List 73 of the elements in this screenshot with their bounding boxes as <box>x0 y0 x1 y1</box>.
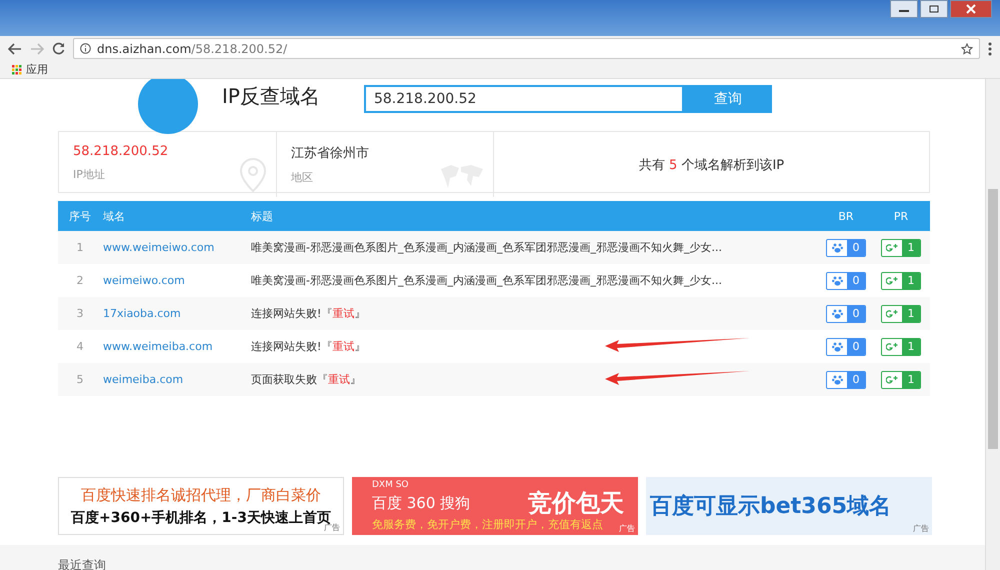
page-rank-badge: 1 <box>881 370 921 388</box>
row-number: 3 <box>76 307 84 320</box>
baidu-rank-badge: 0 <box>826 304 866 322</box>
row-number: 5 <box>76 373 84 386</box>
page-title-text: 唯美窝漫画-邪恶漫画色系图片_色系漫画_内涵漫画_色系军团邪恶漫画_邪恶漫画不知火舞_少女... <box>251 241 722 254</box>
page-title-text: 唯美窝漫画-邪恶漫画色系图片_色系漫画_内涵漫画_色系军团邪恶漫画_邪恶漫画不知火舞_少女... <box>251 274 722 287</box>
back-icon[interactable] <box>8 42 22 54</box>
page-title: IP反查域名 <box>222 83 320 110</box>
google-plus-icon <box>886 374 898 384</box>
menu-icon[interactable] <box>988 42 992 56</box>
retry-link[interactable]: 重试 <box>332 307 354 320</box>
info-icon <box>80 43 91 54</box>
baidu-rank-badge: 0 <box>826 370 866 388</box>
close-button[interactable] <box>950 0 992 18</box>
reload-icon[interactable] <box>52 42 65 55</box>
address-bar[interactable]: dns.aizhan.com/58.218.200.52/ <box>73 38 980 59</box>
paw-icon <box>832 308 842 318</box>
ad-banner[interactable]: 百度可显示bet365域名 广告 <box>646 477 932 535</box>
google-plus-icon <box>886 342 898 352</box>
apps-grid-icon[interactable] <box>12 64 22 74</box>
column-header: 标题 <box>251 210 273 222</box>
maximize-button[interactable] <box>920 0 948 18</box>
page-title-text: 连接网站失败!『重试』 <box>251 340 366 353</box>
info-label: IP地址 <box>73 167 106 182</box>
page-title-text: 连接网站失败!『重试』 <box>251 307 366 320</box>
page-rank-badge: 1 <box>881 304 921 322</box>
ad-headline: 百度可显示bet365域名 <box>650 492 892 521</box>
google-plus-icon <box>886 276 898 286</box>
paw-icon <box>832 374 842 384</box>
paw-icon <box>832 342 842 352</box>
info-value: 58.218.200.52 <box>73 144 170 159</box>
ad-headline: 百度快速排名诚招代理，厂商白菜价 <box>81 486 321 504</box>
ad-brand: DXM SO <box>372 480 409 490</box>
column-header: 域名 <box>103 210 125 222</box>
domain-link[interactable]: weimeiwo.com <box>103 274 185 287</box>
ad-subline: 免服务费，免开户费，注册即开户，充值有返点 <box>372 517 603 532</box>
page-rank-badge: 1 <box>881 238 921 256</box>
baidu-rank-badge: 0 <box>826 238 866 256</box>
info-label: 地区 <box>291 170 314 185</box>
ad-slogan: 竞价包天 <box>528 488 624 518</box>
search-button[interactable]: 查询 <box>684 85 772 113</box>
baidu-rank-badge: 0 <box>826 272 866 290</box>
page-title-text: 页面获取失败『重试』 <box>251 373 361 386</box>
ad-banner[interactable]: DXM SO 百度 360 搜狗 竞价包天 免服务费，免开户费，注册即开户，充值有返点 广告 <box>352 477 638 535</box>
column-header: PR <box>894 210 908 222</box>
maximize-icon <box>929 5 939 13</box>
bookmark-link[interactable]: 应用 <box>26 62 48 77</box>
page-rank-badge: 1 <box>881 338 921 356</box>
row-number: 4 <box>76 340 84 353</box>
column-header: BR <box>838 210 854 222</box>
info-value: 江苏省徐州市 <box>291 145 370 162</box>
row-number: 1 <box>76 241 84 254</box>
scrollbar[interactable] <box>985 79 1000 570</box>
ad-tag: 广告 <box>619 523 635 534</box>
retry-link[interactable]: 重试 <box>332 340 354 353</box>
row-number: 2 <box>76 274 84 287</box>
domain-link[interactable]: www.weimeiba.com <box>103 340 213 353</box>
paw-icon <box>832 242 842 252</box>
star-icon[interactable] <box>961 42 973 54</box>
baidu-rank-badge: 0 <box>826 338 866 356</box>
ad-headline: 百度 360 搜狗 <box>372 494 470 513</box>
google-plus-icon <box>886 308 898 318</box>
paw-icon <box>832 276 842 286</box>
close-icon <box>966 4 976 14</box>
page-rank-badge: 1 <box>881 272 921 290</box>
search-field[interactable]: 58.218.200.52 <box>364 85 684 113</box>
ad-tag: 广告 <box>913 523 929 534</box>
summary-text: 共有 5 个域名解析到该IP <box>638 156 784 174</box>
column-header: 序号 <box>69 210 91 222</box>
ad-banner[interactable]: 百度快速排名诚招代理，厂商白菜价 百度+360+手机排名，1-3天快速上首页 广告 <box>58 477 344 535</box>
retry-link[interactable]: 重试 <box>328 373 350 386</box>
google-plus-icon <box>886 242 898 252</box>
minimize-button[interactable] <box>890 0 918 18</box>
